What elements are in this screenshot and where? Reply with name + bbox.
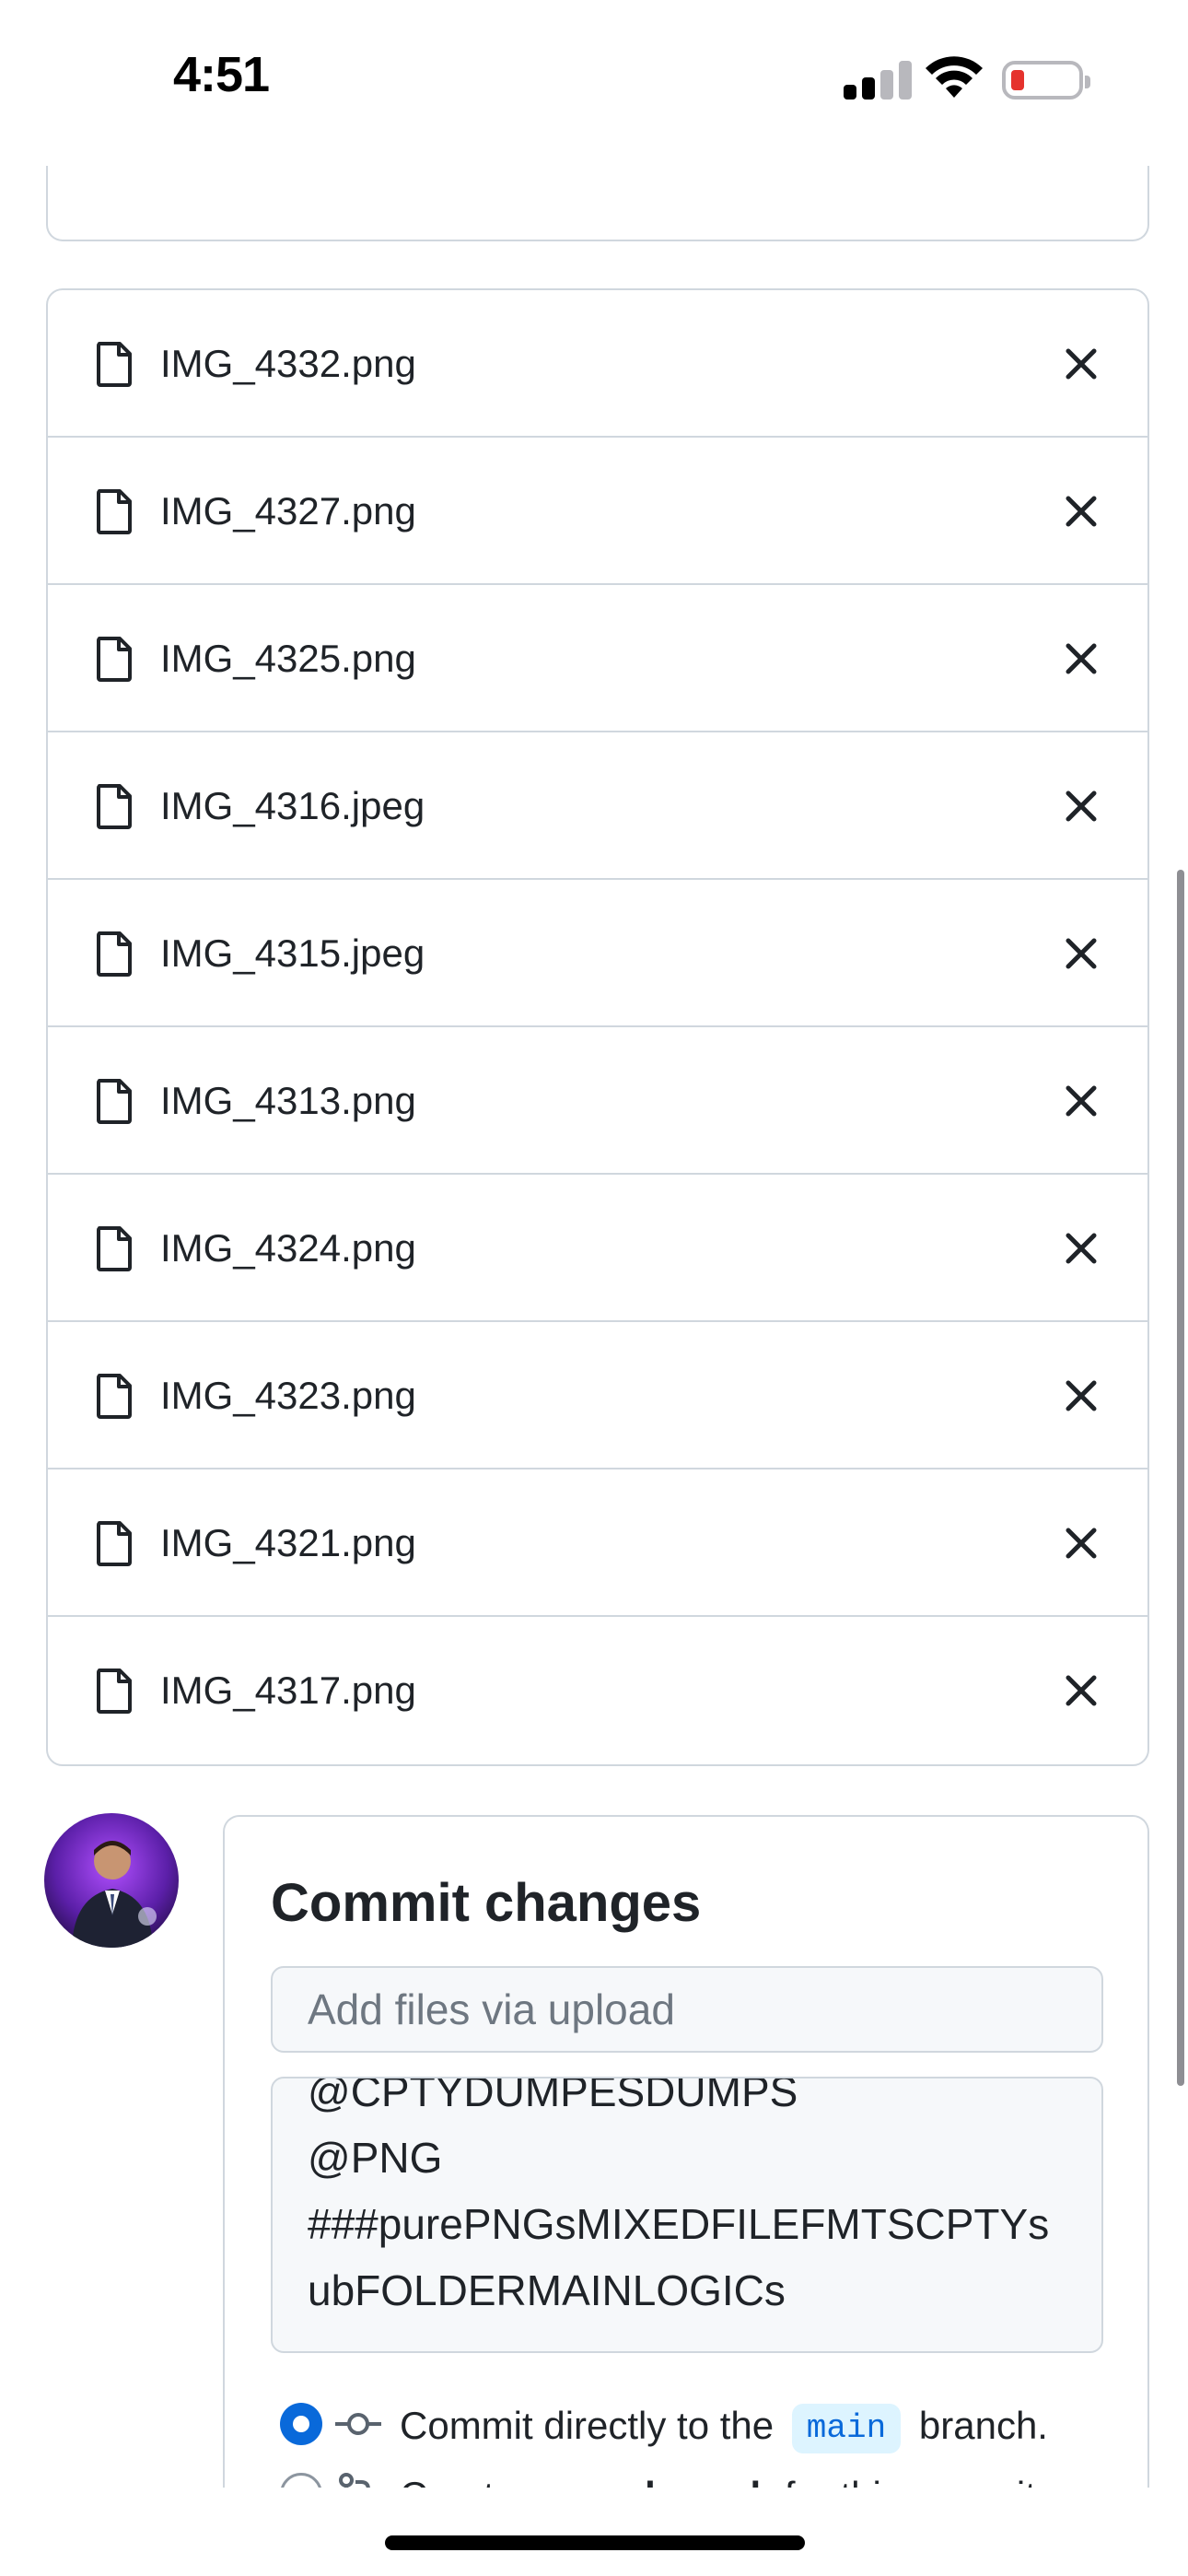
commit-title: Commit changes <box>271 1873 702 1933</box>
file-row: IMG_4323.png <box>48 1322 1147 1469</box>
uploaded-file-list: IMG_4332.png IMG_4327.png IMG_4325.png IMG_… <box>46 288 1149 1766</box>
commit-directly-option[interactable]: Commit directly to the main branch. <box>280 2395 1146 2454</box>
file-row: IMG_4324.png <box>48 1175 1147 1322</box>
file-name: IMG_4332.png <box>160 342 416 385</box>
screen: 4:51 IMG_4332.png IMG_4327.png IMG_4325.pn… <box>0 0 1188 2576</box>
cellular-signal-icon <box>844 61 912 100</box>
file-row: IMG_4332.png <box>48 290 1147 438</box>
commit-description-text: @CPTYDUMPESDUMPS @PNG ###purePNGsMIXEDFI… <box>308 2077 1050 2314</box>
close-icon[interactable] <box>1061 1081 1101 1121</box>
file-row: IMG_4321.png <box>48 1469 1147 1617</box>
file-row: IMG_4316.jpeg <box>48 732 1147 880</box>
commit-directly-suffix: branch. <box>918 2404 1048 2447</box>
close-icon[interactable] <box>1061 638 1101 679</box>
file-row: IMG_4317.png <box>48 1617 1147 1764</box>
commit-directly-prefix: Commit directly to the <box>400 2404 775 2447</box>
file-row: IMG_4327.png <box>48 438 1147 585</box>
file-name: IMG_4316.jpeg <box>160 784 425 827</box>
close-icon[interactable] <box>1061 344 1101 384</box>
branch-name-badge: main <box>791 2404 902 2453</box>
status-time: 4:51 <box>173 47 270 102</box>
file-row: IMG_4315.jpeg <box>48 880 1147 1027</box>
close-icon[interactable] <box>1061 1670 1101 1711</box>
git-commit-icon <box>335 2413 381 2435</box>
file-icon <box>97 1669 132 1714</box>
file-icon <box>97 1374 132 1419</box>
file-name: IMG_4325.png <box>160 637 416 680</box>
file-name: IMG_4324.png <box>160 1226 416 1270</box>
file-icon <box>97 1079 132 1124</box>
commit-directly-radio[interactable] <box>280 2403 322 2445</box>
file-icon <box>97 489 132 534</box>
file-row: IMG_4325.png <box>48 585 1147 732</box>
commit-description-textarea[interactable]: @CPTYDUMPESDUMPS @PNG ###purePNGsMIXEDFI… <box>271 2077 1103 2353</box>
file-icon <box>97 1521 132 1566</box>
wifi-icon <box>926 56 983 98</box>
status-bar: 4:51 <box>0 0 1188 166</box>
close-icon[interactable] <box>1061 1376 1101 1416</box>
commit-summary-input[interactable] <box>271 1966 1103 2053</box>
close-icon[interactable] <box>1061 491 1101 532</box>
scrollbar[interactable] <box>1177 870 1184 2086</box>
file-name: IMG_4321.png <box>160 1521 416 1564</box>
battery-low-icon <box>1002 61 1090 100</box>
file-icon <box>97 784 132 829</box>
close-icon[interactable] <box>1061 1523 1101 1563</box>
file-name: IMG_4317.png <box>160 1669 416 1712</box>
close-icon[interactable] <box>1061 933 1101 974</box>
file-icon <box>97 931 132 977</box>
bottom-safe-area <box>0 2488 1188 2576</box>
file-name: IMG_4315.jpeg <box>160 931 425 975</box>
file-icon <box>97 1226 132 1271</box>
file-name: IMG_4313.png <box>160 1079 416 1122</box>
file-name: IMG_4327.png <box>160 489 416 533</box>
file-icon <box>97 342 132 387</box>
commit-directly-label: Commit directly to the main branch. <box>400 2401 1048 2453</box>
file-row: IMG_4313.png <box>48 1027 1147 1175</box>
file-name: IMG_4323.png <box>160 1374 416 1417</box>
close-icon[interactable] <box>1061 786 1101 826</box>
home-indicator[interactable] <box>385 2535 805 2550</box>
close-icon[interactable] <box>1061 1228 1101 1269</box>
file-icon <box>97 637 132 682</box>
avatar[interactable] <box>44 1813 179 1948</box>
